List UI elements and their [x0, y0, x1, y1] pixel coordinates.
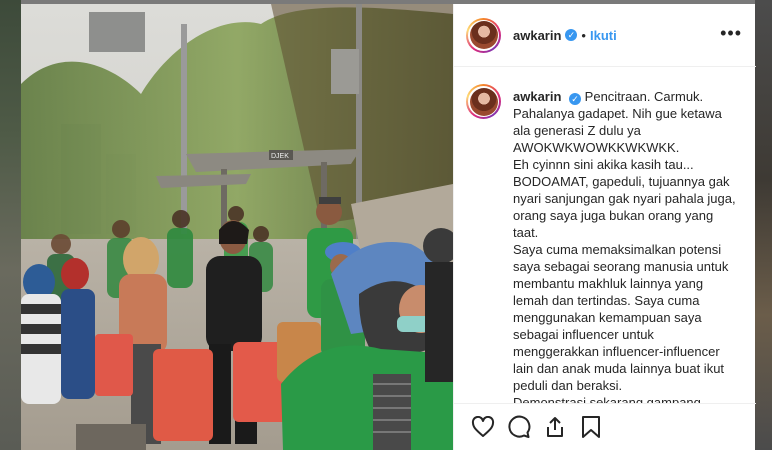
- post-side-panel: awkarin ✓ • Ikuti ••• awkarin ✓ Pencitra…: [453, 4, 756, 450]
- verified-badge-icon: ✓: [565, 29, 578, 41]
- username-link[interactable]: awkarin: [513, 28, 561, 43]
- next-post-edge: [755, 0, 772, 450]
- caption-username[interactable]: awkarin: [513, 89, 561, 104]
- share-button[interactable]: [538, 410, 572, 444]
- photo-illustration: DJEK: [21, 4, 453, 450]
- comment-icon: [508, 415, 531, 438]
- bookmark-icon: [582, 416, 600, 438]
- previous-post-edge: [0, 0, 21, 450]
- caption-verified-badge-icon: ✓: [569, 93, 582, 105]
- like-button[interactable]: [466, 410, 500, 444]
- more-options-icon[interactable]: •••: [720, 24, 742, 42]
- post-photo[interactable]: DJEK: [21, 4, 453, 450]
- share-icon: [547, 417, 563, 437]
- heart-icon: [471, 416, 495, 437]
- caption-avatar[interactable]: [466, 84, 501, 119]
- post-header: awkarin ✓ • Ikuti •••: [454, 4, 756, 67]
- caption-avatar-image: [469, 87, 498, 116]
- shelter-sign: DJEK: [271, 153, 289, 160]
- caption-paragraph: Demonstrasi sekarang gampang: [513, 395, 701, 403]
- caption: awkarin ✓ Pencitraan. Carmuk. Pahalanya …: [513, 88, 740, 403]
- caption-paragraph: Saya cuma memaksimalkan potensi saya seb…: [513, 242, 729, 393]
- separator-dot: •: [581, 27, 586, 43]
- action-bar: [454, 403, 756, 450]
- avatar-image: [469, 21, 498, 49]
- comment-button[interactable]: [502, 410, 536, 444]
- comments-area[interactable]: awkarin ✓ Pencitraan. Carmuk. Pahalanya …: [454, 68, 756, 403]
- save-button[interactable]: [574, 410, 608, 444]
- caption-paragraph: Eh cyinnn sini akika kasih tau... BODOAM…: [513, 157, 736, 240]
- post-modal: DJEK awkarin ✓ • Ikuti ••• awkarin ✓ Pen…: [21, 4, 756, 450]
- follow-button[interactable]: Ikuti: [590, 28, 617, 43]
- avatar[interactable]: [466, 17, 501, 53]
